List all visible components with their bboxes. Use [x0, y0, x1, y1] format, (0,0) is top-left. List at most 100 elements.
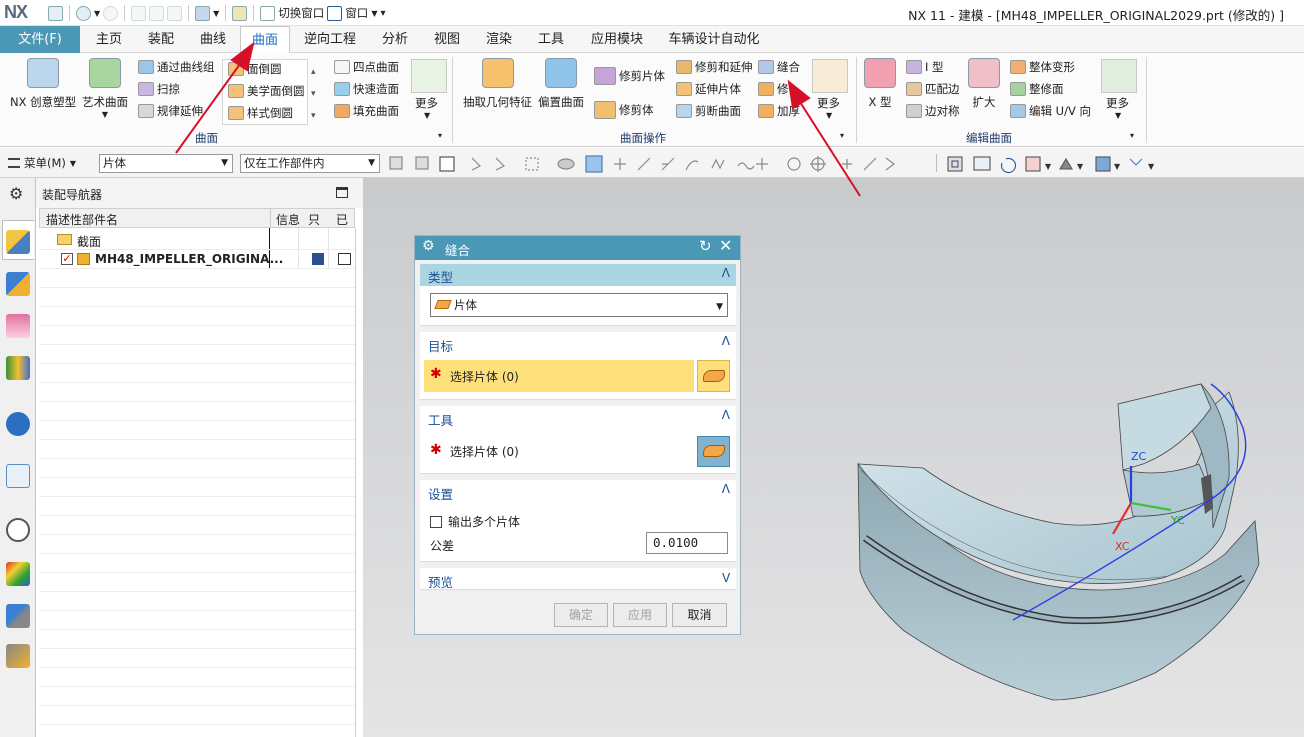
tab-analysis[interactable]: 分析	[372, 26, 418, 53]
extend-sheet-button[interactable]: 延伸片体	[676, 81, 741, 97]
studio-surface-button[interactable]: 艺术曲面 ▼	[82, 58, 128, 119]
refit-face-button[interactable]: 整修面	[1010, 81, 1064, 97]
column-info[interactable]: 信息	[276, 211, 300, 228]
ops-group-expand-icon[interactable]: ▾	[840, 131, 844, 140]
tab-surface[interactable]: 曲面	[240, 26, 290, 54]
file-menu[interactable]: 文件(F)	[0, 26, 80, 53]
undo-dropdown-icon[interactable]: ▼	[94, 9, 100, 18]
fill-surface-button[interactable]: 填充曲面	[334, 103, 399, 119]
trim-body-button[interactable]: 修剪体	[594, 101, 654, 119]
checkbox-checked-icon[interactable]: ✓	[61, 253, 73, 265]
preview-section[interactable]: 预览 ᐱ	[420, 568, 736, 590]
offset-surface-button[interactable]: 偏置曲面	[538, 58, 584, 110]
gear-icon[interactable]: ⚙	[422, 238, 435, 254]
close-icon[interactable]: ✕	[719, 236, 732, 255]
reuse-library-icon[interactable]	[6, 356, 30, 380]
pencil-icon[interactable]	[232, 5, 248, 21]
history-clock-icon[interactable]	[6, 518, 30, 542]
column-modified[interactable]: 已	[336, 211, 348, 228]
collapse-caret-icon[interactable]: ᐱ	[722, 408, 730, 422]
column-name[interactable]: 描述性部件名	[46, 211, 118, 228]
settings-section-header[interactable]: 设置	[420, 480, 736, 503]
redo-icon[interactable]	[103, 5, 119, 21]
target-section-header[interactable]: 目标	[420, 332, 736, 355]
type-filter-select[interactable]: 片体 ▼	[99, 154, 233, 173]
collapse-caret-icon[interactable]: ᐱ	[722, 482, 730, 496]
through-curves-button[interactable]: 通过曲线组	[138, 59, 215, 75]
more-ops-button[interactable]	[812, 59, 848, 93]
book-dropdown-icon[interactable]: ▼	[213, 9, 219, 18]
aesthetic-blend-button[interactable]: 美学面倒圆	[228, 83, 305, 99]
undo-icon[interactable]	[76, 5, 91, 21]
tab-reverse-engineering[interactable]: 逆向工程	[296, 26, 364, 53]
x-form-button[interactable]: X 型	[864, 58, 896, 110]
robot-icon[interactable]	[6, 644, 30, 668]
copy-icon[interactable]	[149, 5, 165, 21]
trim-extend-button[interactable]: 修剪和延伸	[676, 59, 753, 75]
match-edge-button[interactable]: 匹配边	[906, 81, 960, 97]
apply-button[interactable]: 应用	[613, 603, 667, 627]
web-browser-icon[interactable]	[6, 464, 30, 488]
gallery-scroll[interactable]: ▴ ▾ ▾	[311, 61, 316, 127]
target-select-row[interactable]: ✱ 选择片体 (0)	[424, 360, 694, 392]
tab-tools[interactable]: 工具	[528, 26, 574, 53]
enlarge-button[interactable]: 扩大	[968, 58, 1000, 110]
face-blend-button[interactable]: 面倒圆	[228, 61, 282, 77]
tolerance-input[interactable]: 0.0100	[646, 532, 728, 554]
collapse-caret-icon[interactable]: ᐱ	[722, 266, 730, 280]
tool-section-header[interactable]: 工具	[420, 406, 736, 429]
type-section-header[interactable]: 类型	[420, 264, 736, 286]
dialog-title-bar[interactable]: ⚙ 缝合 ↻ ✕	[415, 236, 740, 260]
more-edit-dropdown-icon[interactable]: ▼	[1115, 111, 1121, 120]
cancel-button[interactable]: 取消	[672, 603, 727, 627]
tab-application[interactable]: 应用模块	[582, 26, 652, 53]
tab-vehicle-design[interactable]: 车辆设计自动化	[660, 26, 768, 53]
switch-window-button[interactable]: 切换窗口	[278, 5, 324, 21]
maximize-icon[interactable]	[336, 187, 348, 198]
snap-icon-strip[interactable]	[386, 154, 906, 174]
save-icon[interactable]	[48, 5, 63, 21]
cut-icon[interactable]	[131, 5, 147, 21]
law-extension-button[interactable]: 规律延伸	[138, 103, 203, 119]
sew-button[interactable]: 缝合	[758, 59, 800, 75]
patch-button[interactable]: 修	[758, 81, 789, 97]
roles-icon[interactable]	[6, 604, 30, 628]
tab-view[interactable]: 视图	[424, 26, 470, 53]
edit-uv-button[interactable]: 编辑 U/V 向	[1010, 103, 1091, 119]
menu-button[interactable]: 菜单(M) ▼	[8, 155, 76, 171]
more-edit-button[interactable]	[1101, 59, 1137, 93]
window-dropdown-icon[interactable]: ▼	[371, 9, 377, 18]
tab-render[interactable]: 渲染	[476, 26, 522, 53]
list-item[interactable]: 截面	[39, 231, 355, 250]
styled-blend-button[interactable]: 样式倒圆	[228, 105, 293, 121]
column-readonly[interactable]: 只	[308, 211, 320, 228]
rapid-surfacing-button[interactable]: 快速造面	[334, 81, 399, 97]
window-button[interactable]: 窗口	[345, 5, 368, 21]
expand-caret-icon[interactable]: ᐱ	[722, 570, 730, 584]
paste-icon[interactable]	[167, 5, 183, 21]
preview-section-header[interactable]: 预览	[420, 568, 736, 591]
selection-scope-select[interactable]: 仅在工作部件内 ▼	[240, 154, 380, 173]
edit-group-expand-icon[interactable]: ▾	[1130, 131, 1134, 140]
tab-curve[interactable]: 曲线	[190, 26, 236, 53]
part-navigator-icon[interactable]	[6, 314, 30, 338]
global-shaping-button[interactable]: 整体变形	[1010, 59, 1075, 75]
select-tool-sheet-button[interactable]	[697, 436, 730, 467]
more-ops-dropdown-icon[interactable]: ▼	[826, 111, 832, 120]
reset-icon[interactable]: ↻	[699, 237, 712, 255]
more-dropdown-icon[interactable]: ▼	[424, 111, 430, 120]
output-multiple-checkbox-row[interactable]: 输出多个片体	[430, 513, 520, 530]
edge-symmetry-button[interactable]: 边对称	[906, 103, 960, 119]
list-item[interactable]: ✓ MH48_IMPELLER_ORIGINA...	[39, 250, 355, 269]
thicken-button[interactable]: 加厚	[758, 103, 800, 119]
collapse-caret-icon[interactable]: ᐱ	[722, 334, 730, 348]
customize-dropdown-icon[interactable]: ▾	[380, 8, 385, 19]
more-surface-button[interactable]	[411, 59, 447, 93]
info-icon[interactable]	[6, 412, 30, 436]
trim-sheet-button[interactable]: 修剪片体	[594, 67, 665, 85]
gear-icon[interactable]: ⚙	[9, 184, 23, 203]
constraint-navigator-icon[interactable]	[6, 272, 30, 296]
extract-geometry-button[interactable]: 抽取几何特征	[463, 58, 532, 110]
ok-button[interactable]: 确定	[554, 603, 608, 627]
tab-assembly[interactable]: 装配	[138, 26, 184, 53]
